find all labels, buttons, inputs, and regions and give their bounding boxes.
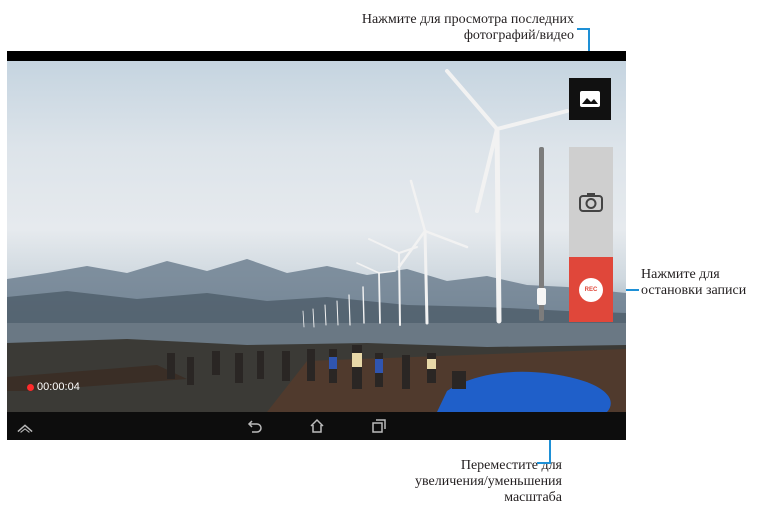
chevron-up-icon[interactable] — [17, 420, 33, 436]
callout-stop-line-1: Нажмите для — [641, 267, 720, 282]
record-icon: REC — [579, 277, 603, 302]
recording-time: 00:00:04 — [37, 381, 80, 393]
callout-zoom-line-3: масштаба — [504, 490, 562, 505]
camera-viewfinder[interactable] — [7, 61, 626, 412]
callout-gallery-line-1: Нажмите для просмотра последних — [361, 12, 574, 27]
recent-apps-icon[interactable] — [371, 418, 387, 434]
viewfinder-scene — [7, 69, 626, 412]
callout-zoom-line-h — [537, 462, 551, 464]
camera-shutter-button[interactable] — [569, 147, 613, 257]
recording-timer: 00:00:04 — [27, 381, 80, 393]
home-icon[interactable] — [309, 418, 325, 434]
callout-gallery: Нажмите для просмотра последних фотограф… — [362, 12, 574, 44]
navigation-bar — [7, 412, 626, 440]
callout-stop-recording: Нажмите для остановки записи — [641, 267, 746, 299]
callout-zoom-line-1: Переместите для — [460, 458, 562, 473]
gallery-button[interactable] — [569, 78, 611, 120]
zoom-slider-thumb[interactable] — [537, 288, 546, 306]
callout-stop-line-2: остановки записи — [641, 283, 747, 298]
stop-recording-button[interactable]: REC — [569, 257, 613, 322]
tablet-screen: REC 00:00:04 — [7, 51, 626, 440]
camera-icon — [579, 193, 603, 212]
callout-gallery-line-2: фотографий/видео — [463, 28, 574, 43]
rec-label: REC — [584, 286, 598, 293]
status-bar — [7, 51, 626, 61]
recording-dot-icon — [27, 383, 34, 391]
image-icon — [580, 91, 600, 107]
callout-zoom-line-2: увеличения/уменьшения — [415, 474, 562, 489]
back-icon[interactable] — [247, 418, 263, 434]
callout-zoom: Переместите для увеличения/уменьшения ма… — [415, 458, 562, 506]
